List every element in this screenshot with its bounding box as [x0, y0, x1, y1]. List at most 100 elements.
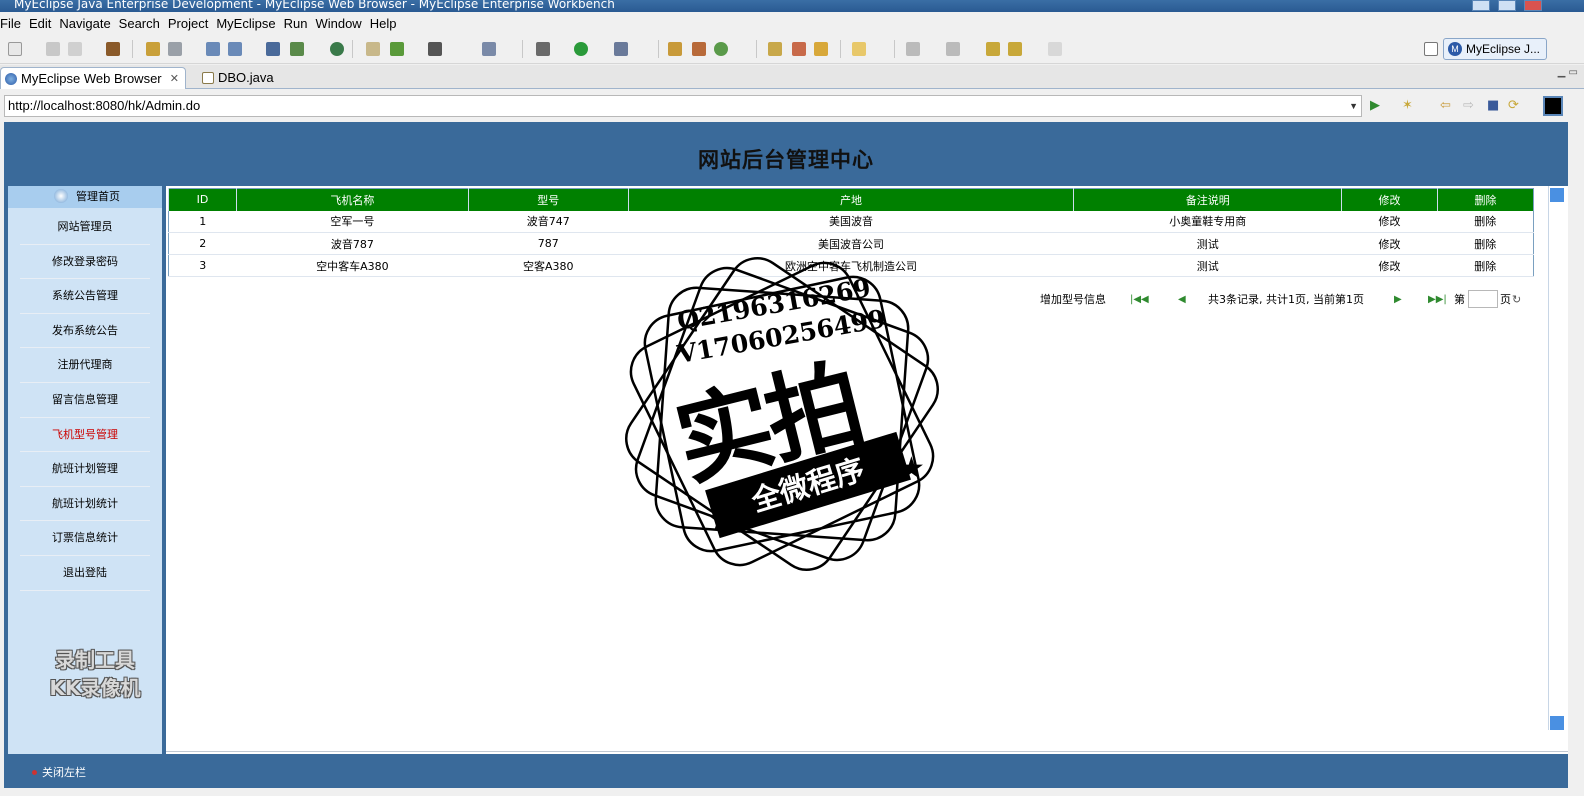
browser-status-icon [1543, 96, 1563, 116]
close-sidebar-link[interactable]: 关闭左栏 [42, 764, 86, 780]
new-web-icon[interactable] [714, 42, 728, 56]
window-title: MyEclipse Java Enterprise Development - … [14, 0, 615, 11]
sidebar-item-aircraft-models[interactable]: 飞机型号管理 [20, 418, 150, 453]
url-input[interactable]: http://localhost:8080/hk/Admin.do ▼ [4, 95, 1362, 117]
browser-refresh-icon[interactable]: ⟳ [1508, 99, 1519, 113]
back-icon[interactable] [1008, 42, 1022, 56]
view-icon[interactable] [482, 42, 496, 56]
sidebar-nav: 网站管理员 修改登录密码 系统公告管理 发布系统公告 注册代理商 留言信息管理 … [20, 210, 150, 591]
sidebar-item-logout[interactable]: 退出登陆 [20, 556, 150, 591]
col-model: 型号 [467, 188, 629, 211]
last-edit-icon[interactable] [986, 42, 1000, 56]
debug-icon[interactable] [536, 42, 550, 56]
perspective-button[interactable]: M MyEclipse J... [1443, 38, 1547, 60]
globe-icon[interactable] [330, 42, 344, 56]
content-scrollbar[interactable] [1548, 186, 1564, 732]
folder-icon[interactable] [852, 42, 866, 56]
menu-edit[interactable]: Edit [29, 16, 59, 31]
view-minmax-icon[interactable]: ▁ ▭ [1558, 67, 1578, 78]
menu-run[interactable]: Run [284, 16, 316, 31]
scroll-up-icon[interactable] [1550, 188, 1564, 202]
open-project-icon[interactable] [768, 42, 782, 56]
package-icon[interactable] [106, 42, 120, 56]
close-icon[interactable] [1524, 0, 1542, 11]
prev-page-icon[interactable]: ◀ [1178, 294, 1186, 305]
menu-project[interactable]: Project [168, 16, 216, 31]
tab-close-icon[interactable]: ✕ [170, 68, 179, 90]
browser-forward-icon[interactable]: ⇨ [1463, 99, 1474, 113]
delete-link[interactable]: 删除 [1437, 232, 1534, 255]
prev-annotation-icon[interactable] [946, 42, 960, 56]
myeclipse-icon: M [1448, 42, 1462, 56]
main-toolbar: M MyEclipse J... [0, 34, 1584, 64]
open-perspective-icon[interactable] [1424, 42, 1438, 56]
build-icon[interactable] [290, 42, 304, 56]
print-icon[interactable] [68, 42, 82, 56]
goto-page-input[interactable] [1468, 290, 1498, 308]
sidebar-item-booking-stats[interactable]: 订票信息统计 [20, 521, 150, 556]
menu-help[interactable]: Help [370, 16, 405, 31]
delete-link[interactable]: 删除 [1437, 254, 1534, 277]
sidebar-item-flight-plans[interactable]: 航班计划管理 [20, 452, 150, 487]
forward-icon[interactable] [1048, 42, 1062, 56]
next-annotation-icon[interactable] [906, 42, 920, 56]
java-file-icon [202, 72, 214, 84]
next-page-icon[interactable]: ▶ [1394, 294, 1402, 305]
browser-back-icon[interactable]: ⇦ [1440, 99, 1451, 113]
scroll-down-icon[interactable] [1550, 716, 1564, 730]
sidebar-item-notice-manage[interactable]: 系统公告管理 [20, 279, 150, 314]
menu-myeclipse[interactable]: MyEclipse [216, 16, 283, 31]
sidebar-item-message-manage[interactable]: 留言信息管理 [20, 383, 150, 418]
menu-navigate[interactable]: Navigate [59, 16, 118, 31]
external-tools-icon[interactable] [614, 42, 628, 56]
site-header: 网站后台管理中心 [4, 122, 1568, 186]
minimize-icon[interactable] [1472, 0, 1490, 11]
col-origin: 产地 [627, 188, 1074, 211]
wizard-icon[interactable] [206, 42, 220, 56]
tab-dbo-java[interactable]: DBO.java [198, 67, 300, 89]
sidebar-item-register-agent[interactable]: 注册代理商 [20, 348, 150, 383]
run-icon[interactable] [574, 42, 588, 56]
site-title: 网站后台管理中心 [698, 147, 874, 172]
stop-icon[interactable]: ■ [1487, 99, 1499, 113]
hierarchy-icon[interactable] [266, 42, 280, 56]
last-page-icon[interactable]: ▶▶| [1428, 294, 1447, 305]
table-row: 2 波音787 787 美国波音公司 测试 修改 删除 [168, 232, 1534, 255]
add-model-link[interactable]: 增加型号信息 [1040, 290, 1106, 310]
browser-address-bar: http://localhost:8080/hk/Admin.do ▼ ▶ ✶ … [0, 90, 1584, 122]
menu-search[interactable]: Search [119, 16, 168, 31]
sidebar-item-site-admin[interactable]: 网站管理员 [20, 210, 150, 245]
refresh-icon[interactable] [390, 42, 404, 56]
sidebar-item-publish-notice[interactable]: 发布系统公告 [20, 314, 150, 349]
edit-link[interactable]: 修改 [1341, 232, 1438, 255]
deploy-icon[interactable] [146, 42, 160, 56]
bookmark-icon[interactable]: ✶ [1402, 99, 1413, 113]
snippet-icon[interactable] [814, 42, 828, 56]
main-content: ID 飞机名称 型号 产地 备注说明 修改 删除 1 空军一号 波音747 美国… [166, 186, 1548, 732]
server-icon[interactable] [168, 42, 182, 56]
go-icon[interactable]: ▶ [1370, 99, 1380, 113]
first-page-icon[interactable]: |◀◀ [1130, 294, 1149, 305]
tab-web-browser[interactable]: MyEclipse Web Browser ✕ [0, 67, 186, 89]
maximize-icon[interactable] [1498, 0, 1516, 11]
goto-icon[interactable]: ↻ [1512, 290, 1521, 310]
new-package-icon[interactable] [692, 42, 706, 56]
menu-file[interactable]: File [0, 16, 29, 31]
sidebar-item-change-password[interactable]: 修改登录密码 [20, 245, 150, 280]
edit-link[interactable]: 修改 [1341, 254, 1438, 277]
chevron-down-icon[interactable]: ▼ [1349, 96, 1358, 116]
window-title-bar: MyEclipse Java Enterprise Development - … [0, 0, 1584, 12]
new-icon[interactable] [8, 42, 22, 56]
tools-icon[interactable] [792, 42, 806, 56]
open-type-icon[interactable] [228, 42, 242, 56]
nav-home[interactable]: 管理首页 [8, 186, 162, 208]
edit-link[interactable]: 修改 [1341, 210, 1438, 233]
open-folder-icon[interactable] [366, 42, 380, 56]
menu-window[interactable]: Window [315, 16, 369, 31]
tab-label: MyEclipse Web Browser [21, 71, 162, 86]
camera-icon[interactable] [428, 42, 442, 56]
save-icon[interactable] [46, 42, 60, 56]
new-class-icon[interactable] [668, 42, 682, 56]
delete-link[interactable]: 删除 [1437, 210, 1534, 233]
sidebar-item-flight-stats[interactable]: 航班计划统计 [20, 487, 150, 522]
